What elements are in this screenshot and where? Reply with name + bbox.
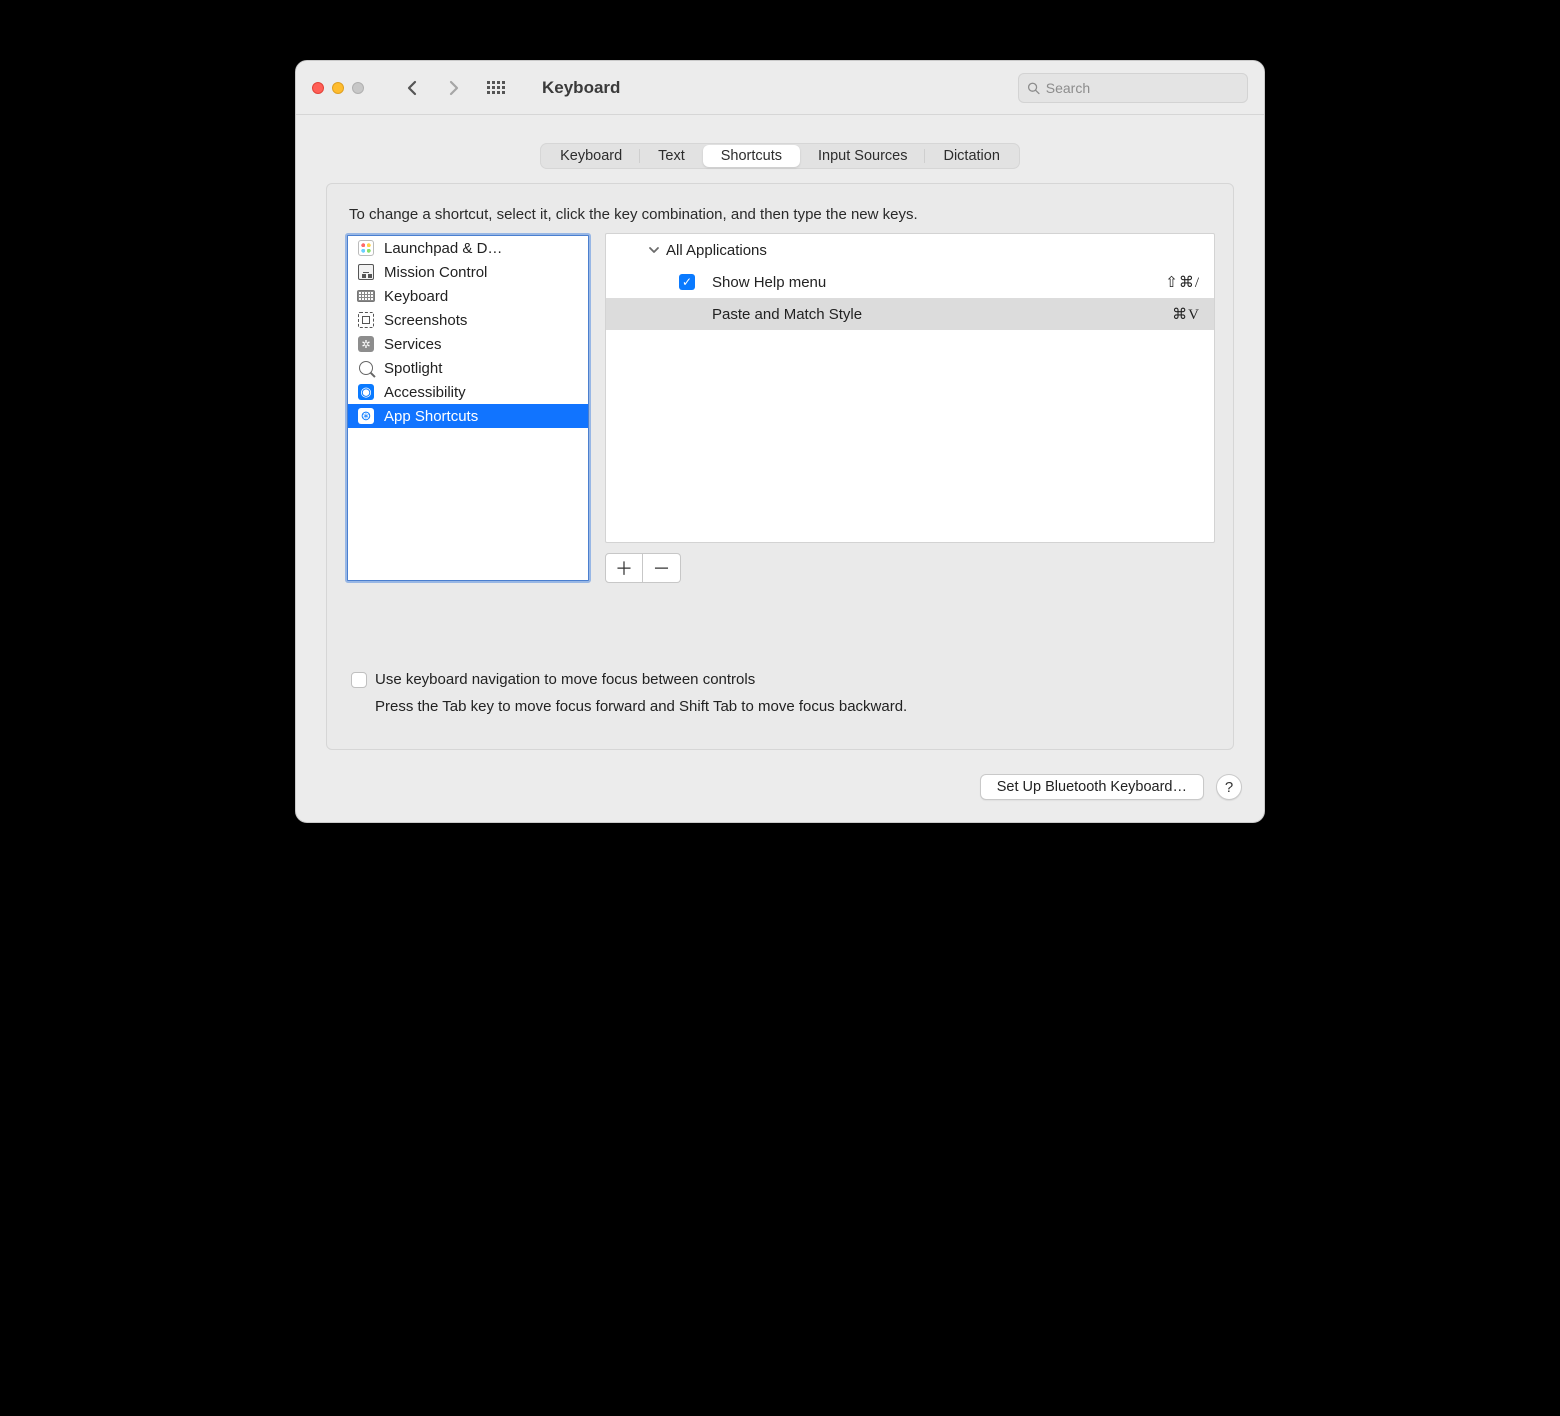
shortcut-keys[interactable]: ⌘V [1172, 305, 1200, 324]
tab-label: Text [658, 148, 685, 164]
tab-label: Input Sources [818, 148, 907, 164]
search-field[interactable] [1018, 73, 1248, 103]
launchpad-icon [356, 238, 376, 258]
help-icon: ? [1225, 779, 1233, 796]
tab-label: Shortcuts [721, 148, 782, 164]
window-title: Keyboard [542, 78, 620, 98]
search-icon [1027, 81, 1040, 95]
grid-icon [487, 81, 505, 94]
help-button[interactable]: ? [1216, 774, 1242, 800]
tab-label: Keyboard [560, 148, 622, 164]
titlebar: Keyboard [296, 61, 1264, 115]
instruction-text: To change a shortcut, select it, click t… [349, 206, 1215, 223]
category-screenshots[interactable]: Screenshots [348, 308, 588, 332]
category-label: Keyboard [384, 288, 448, 305]
category-label: Mission Control [384, 264, 487, 281]
accessibility-icon: ◉ [356, 382, 376, 402]
shortcuts-pane: To change a shortcut, select it, click t… [326, 183, 1234, 750]
show-all-button[interactable] [486, 78, 506, 98]
search-input[interactable] [1046, 80, 1239, 96]
category-accessibility[interactable]: ◉ Accessibility [348, 380, 588, 404]
window-controls [312, 82, 364, 94]
split-panes: Launchpad & D… Mission Control Keyboard … [345, 233, 1215, 583]
mission-control-icon [356, 262, 376, 282]
minimize-icon[interactable] [332, 82, 344, 94]
button-label: Set Up Bluetooth Keyboard… [997, 779, 1187, 795]
keyboard-nav-hint: Press the Tab key to move focus forward … [375, 698, 1215, 715]
category-label: App Shortcuts [384, 408, 478, 425]
bluetooth-keyboard-button[interactable]: Set Up Bluetooth Keyboard… [980, 774, 1204, 800]
category-label: Launchpad & D… [384, 240, 502, 257]
category-list[interactable]: Launchpad & D… Mission Control Keyboard … [345, 233, 591, 583]
shortcuts-table[interactable]: All Applications ✓ Show Help menu ⇧⌘/ Pa… [605, 233, 1215, 543]
shortcut-checkbox[interactable]: ✓ [666, 274, 708, 290]
keyboard-nav-label: Use keyboard navigation to move focus be… [375, 671, 755, 688]
category-app-shortcuts[interactable]: ⊛ App Shortcuts [348, 404, 588, 428]
category-mission-control[interactable]: Mission Control [348, 260, 588, 284]
category-services[interactable]: ✲ Services [348, 332, 588, 356]
tab-shortcuts[interactable]: Shortcuts [703, 145, 800, 167]
nav-buttons [402, 78, 506, 98]
category-label: Screenshots [384, 312, 467, 329]
shortcut-label: Show Help menu [708, 274, 1165, 291]
spotlight-icon [356, 358, 376, 378]
category-spotlight[interactable]: Spotlight [348, 356, 588, 380]
category-keyboard[interactable]: Keyboard [348, 284, 588, 308]
add-remove-buttons: ＋ － [605, 553, 1215, 583]
tab-bar: Keyboard Text Shortcuts Input Sources Di… [296, 115, 1264, 183]
footer: Set Up Bluetooth Keyboard… ? [296, 768, 1264, 822]
keyboard-icon [356, 286, 376, 306]
keyboard-nav-option: Use keyboard navigation to move focus be… [345, 671, 1215, 715]
remove-button[interactable]: － [643, 553, 681, 583]
tab-input-sources[interactable]: Input Sources [800, 145, 925, 167]
app-shortcuts-icon: ⊛ [356, 406, 376, 426]
tab-text[interactable]: Text [640, 145, 703, 167]
close-icon[interactable] [312, 82, 324, 94]
disclosure-triangle-icon[interactable] [606, 244, 666, 256]
preferences-window: Keyboard Keyboard Text Shortcuts Input S… [295, 60, 1265, 823]
category-label: Spotlight [384, 360, 442, 377]
keyboard-nav-checkbox[interactable] [351, 672, 367, 688]
forward-button[interactable] [444, 78, 464, 98]
table-group-row[interactable]: All Applications [606, 234, 1214, 266]
tab-label: Dictation [943, 148, 999, 164]
right-column: All Applications ✓ Show Help menu ⇧⌘/ Pa… [605, 233, 1215, 583]
shortcut-label: Paste and Match Style [708, 306, 1172, 323]
segmented-control: Keyboard Text Shortcuts Input Sources Di… [540, 143, 1020, 169]
category-launchpad[interactable]: Launchpad & D… [348, 236, 588, 260]
tab-dictation[interactable]: Dictation [925, 145, 1017, 167]
screenshots-icon [356, 310, 376, 330]
back-button[interactable] [402, 78, 422, 98]
table-row[interactable]: ✓ Show Help menu ⇧⌘/ [606, 266, 1214, 298]
group-label: All Applications [666, 242, 1200, 259]
add-button[interactable]: ＋ [605, 553, 643, 583]
tab-keyboard[interactable]: Keyboard [542, 145, 640, 167]
category-label: Accessibility [384, 384, 466, 401]
zoom-icon[interactable] [352, 82, 364, 94]
services-icon: ✲ [356, 334, 376, 354]
shortcut-keys[interactable]: ⇧⌘/ [1165, 273, 1200, 292]
category-label: Services [384, 336, 442, 353]
table-row[interactable]: Paste and Match Style ⌘V [606, 298, 1214, 330]
